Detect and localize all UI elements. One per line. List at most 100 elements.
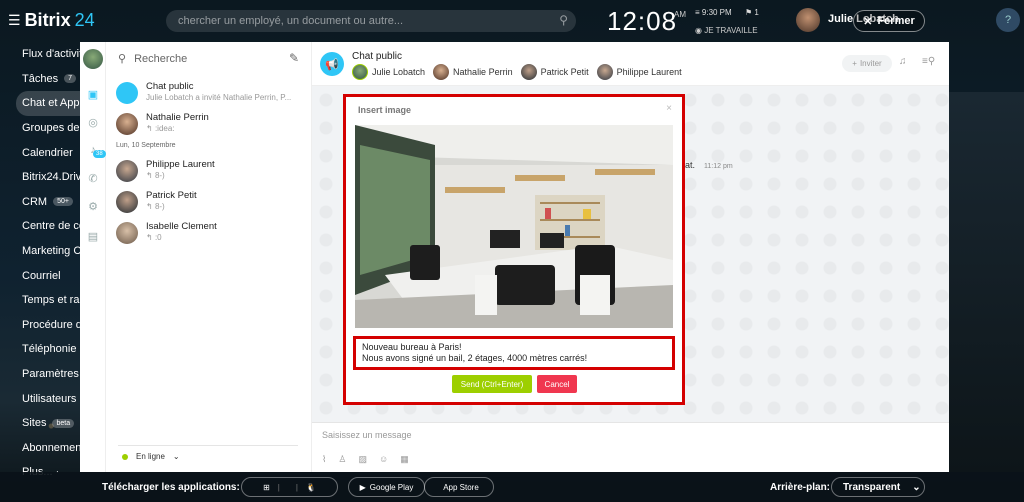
message-placeholder: Saisissez un message: [322, 430, 412, 440]
list-item-subtitle: Julie Lobatch a invité Nathalie Perrin, …: [146, 93, 292, 102]
member[interactable]: Julie Lobatch: [352, 64, 425, 80]
member[interactable]: Nathalie Perrin: [433, 64, 513, 80]
status-label: En ligne: [136, 452, 165, 461]
background-select[interactable]: Transparent ⌄: [831, 477, 925, 497]
list-item[interactable]: Isabelle Clement ↰ :0: [116, 220, 306, 248]
recent-search-placeholder: Recherche: [134, 52, 188, 65]
send-button[interactable]: Send (Ctrl+Enter): [452, 375, 532, 393]
menu-item-utilisateurs[interactable]: Utilisateurs: [0, 386, 80, 411]
search-icon[interactable]: ⚲: [559, 13, 568, 27]
plus-icon: +: [852, 59, 857, 68]
menu-item-calendrier[interactable]: Calendrier: [0, 140, 80, 165]
recent-list: ⚲ Recherche ✎ Chat public Julie Lobatch …: [106, 42, 312, 472]
list-item[interactable]: Patrick Petit ↰ 8-): [116, 189, 306, 217]
list-item[interactable]: Philippe Laurent ↰ 8-): [116, 158, 306, 186]
menu-icon[interactable]: ☰: [8, 12, 21, 29]
attach-icon[interactable]: ⌇: [322, 454, 326, 465]
global-search-input[interactable]: chercher un employé, un document ou autr…: [166, 10, 576, 32]
download-apps-label: Télécharger les applications:: [102, 482, 240, 493]
menu-item-crm[interactable]: CRM 50+: [0, 190, 80, 215]
menu-item-marketing[interactable]: Marketing CRM: [0, 239, 80, 264]
logo-name: Bitrix: [24, 10, 71, 30]
menu-item-courriel[interactable]: Courriel: [0, 263, 80, 288]
background-label: Arrière-plan:: [770, 482, 831, 493]
user-avatar[interactable]: [796, 8, 820, 32]
caption-input[interactable]: Nouveau bureau à Paris! Nous avons signé…: [353, 336, 675, 370]
message-input[interactable]: Saisissez un message ⌇ ♙ ▨ ☺ ▦: [312, 422, 949, 472]
alarm-time[interactable]: ≡ 9:30 PM: [695, 8, 732, 17]
caption-line-1: Nouveau bureau à Paris!: [362, 342, 462, 352]
recent-search-input[interactable]: ⚲ Recherche: [118, 52, 188, 66]
invite-button[interactable]: + Inviter: [842, 55, 892, 72]
close-icon[interactable]: ×: [666, 103, 672, 114]
search-icon: ⚲: [118, 53, 127, 65]
logo[interactable]: ☰ Bitrix 24: [8, 10, 95, 31]
close-label: Fermer: [877, 15, 915, 27]
chat-members: Julie Lobatch Nathalie Perrin Patrick Pe…: [352, 64, 682, 80]
menu-item-flux[interactable]: Flux d'activités: [0, 42, 80, 67]
windows-icon[interactable]: ⊞: [263, 483, 270, 492]
reply-icon: ↰: [146, 202, 155, 211]
format-icon[interactable]: ▨: [358, 454, 367, 465]
list-item-name: Nathalie Perrin: [146, 112, 209, 123]
avatar: [116, 160, 138, 182]
list-item-subtitle: ↰ 8-): [146, 171, 165, 180]
menu-item-telephonie[interactable]: Téléphonie: [0, 337, 80, 362]
tasks-counter[interactable]: ⚑ 1: [745, 8, 759, 17]
file-icon[interactable]: ▦: [400, 454, 409, 465]
settings-icon[interactable]: ⚙: [85, 198, 101, 214]
openlines-icon[interactable]: ◎: [85, 114, 101, 130]
menu-item-groupes[interactable]: Groupes de travail: [0, 116, 80, 141]
list-item[interactable]: Nathalie Perrin ↰ :idea:: [116, 111, 306, 139]
insert-image-dialog: Insert image × Nouveau bureau à Paris! N…: [343, 94, 685, 405]
notes-icon[interactable]: ▤: [85, 228, 101, 244]
clock-ampm: AM: [674, 10, 686, 19]
smile-icon[interactable]: ☺: [379, 454, 388, 465]
menu-badge: 7: [64, 74, 76, 84]
cancel-button[interactable]: Cancel: [537, 375, 577, 393]
left-menu: Flux d'activités Tâches7 Chat et Appels …: [0, 42, 80, 485]
reply-icon: ↰: [146, 124, 155, 133]
menu-item-drive[interactable]: Bitrix24.Drive: [0, 165, 80, 190]
phone-icon[interactable]: ✆: [85, 170, 101, 186]
mention-icon[interactable]: ♙: [338, 454, 346, 465]
avatar[interactable]: [83, 49, 103, 69]
menu-item-taches[interactable]: Tâches 7: [0, 67, 80, 92]
menu-item-temps[interactable]: Temps et rapports: [0, 288, 80, 313]
list-item[interactable]: Chat public Julie Lobatch a invité Natha…: [116, 80, 306, 108]
chevron-down-icon: ⌄: [172, 452, 180, 461]
google-play-button[interactable]: ▶ Google Play: [348, 477, 425, 497]
compose-icon[interactable]: ✎: [289, 51, 299, 65]
menu-item-sites[interactable]: Sites beta: [0, 411, 80, 436]
menu-item-abonnement[interactable]: Abonnement: [0, 436, 80, 461]
list-item-name: Isabelle Clement: [146, 221, 217, 232]
menu-item-chat[interactable]: Chat et Appels: [16, 91, 80, 116]
office-image: [355, 125, 673, 328]
avatar: [596, 64, 613, 80]
input-toolbar: ⌇ ♙ ▨ ☺ ▦: [322, 454, 409, 465]
bell-icon[interactable]: ♫: [899, 56, 907, 67]
desktop-apps-group: ⊞ | | 🐧: [241, 477, 338, 497]
chat-title[interactable]: Chat public: [352, 51, 402, 62]
work-status[interactable]: ◉ JE TRAVAILLE: [695, 26, 758, 35]
background-panel-right: [949, 92, 1024, 472]
help-button[interactable]: ?: [996, 8, 1020, 32]
linux-icon[interactable]: 🐧: [306, 483, 316, 492]
work-status-icon: ◉: [695, 26, 705, 35]
member[interactable]: Patrick Petit: [520, 64, 589, 80]
chat-icon[interactable]: ▣: [85, 86, 101, 102]
google-play-icon: ▶: [359, 482, 366, 492]
menu-item-parametres[interactable]: Paramètres: [0, 362, 80, 387]
alarm-icon: ≡: [695, 8, 702, 17]
avatar: [352, 64, 368, 80]
date-divider: Lun, 10 Septembre: [116, 142, 176, 149]
chat-search-icon[interactable]: ≡⚲: [922, 56, 935, 67]
menu-item-contact[interactable]: Centre de contact: [0, 214, 80, 239]
member[interactable]: Philippe Laurent: [596, 64, 682, 80]
list-item-name: Philippe Laurent: [146, 159, 215, 170]
status-selector[interactable]: En ligne ⌄: [122, 452, 180, 461]
app-store-button[interactable]: App Store: [424, 477, 494, 497]
menu-item-procedure[interactable]: Procédure d'entreprise: [0, 313, 80, 338]
close-button[interactable]: ✕ Fermer: [853, 10, 925, 32]
office-photo: [355, 125, 673, 328]
